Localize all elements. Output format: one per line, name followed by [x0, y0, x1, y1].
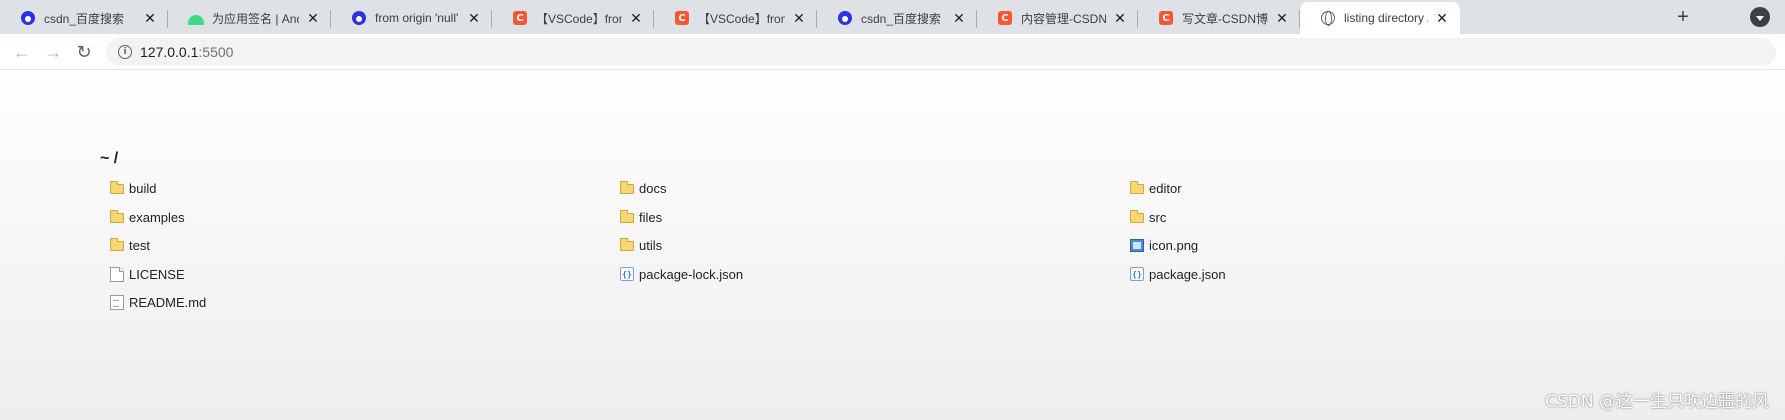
tab-7[interactable]: C 内容管理-CSDN博客 ✕ [977, 2, 1138, 34]
tab-title: 写文章-CSDN博客 [1182, 11, 1268, 26]
listing-item-name: examples [129, 209, 185, 225]
listing-item-folder[interactable]: test [110, 235, 150, 255]
folder-icon [620, 210, 634, 223]
listing-item-folder[interactable]: src [1130, 207, 1166, 227]
listing-item-name: editor [1149, 180, 1182, 196]
url-text[interactable]: 127.0.0.1:5500 [140, 44, 233, 60]
baidu-icon [837, 10, 853, 26]
close-icon[interactable]: ✕ [628, 10, 644, 26]
tab-title: 【VSCode】from origin [536, 11, 622, 26]
url-port: :5500 [198, 44, 234, 60]
folder-icon [1130, 210, 1144, 223]
baidu-icon [20, 10, 36, 26]
listing-item-name: files [639, 209, 663, 225]
close-icon[interactable]: ✕ [791, 10, 807, 26]
file-icon [110, 266, 124, 282]
tab-6[interactable]: csdn_百度搜索 ✕ [817, 2, 977, 34]
listing-item-file[interactable]: LICENSE [110, 264, 185, 284]
baidu-icon [351, 10, 367, 26]
listing-item-name: utils [639, 237, 663, 253]
close-icon[interactable]: ✕ [466, 10, 482, 26]
csdn-icon: C [674, 10, 690, 26]
tab-title: csdn_百度搜索 [861, 11, 942, 26]
forward-button[interactable]: → [41, 40, 65, 64]
page-title: ~ / [100, 150, 119, 167]
address-bar[interactable]: i 127.0.0.1:5500 [106, 38, 1776, 66]
tab-title: 为应用签名 | Android [212, 11, 299, 26]
listing-item-code[interactable]: {} package.json [1130, 264, 1226, 284]
tab-strip: csdn_百度搜索✕为应用签名 | Android✕from origin 'n… [0, 0, 1785, 34]
listing-item-name: README.md [129, 294, 207, 310]
tab-4[interactable]: C 【VSCode】from origin ✕ [492, 2, 654, 34]
android-icon [188, 10, 204, 26]
back-button[interactable]: ← [10, 40, 34, 64]
listing-item-name: icon.png [1149, 237, 1199, 253]
code-icon: {} [1130, 267, 1144, 281]
listing-item-name: LICENSE [129, 266, 185, 282]
tab-3[interactable]: from origin 'null' has ✕ [331, 2, 492, 34]
csdn-icon: C [1158, 10, 1174, 26]
listing-item-image[interactable]: icon.png [1130, 235, 1198, 255]
listing-item-code[interactable]: {} package-lock.json [620, 264, 743, 284]
listing-item-name: docs [639, 180, 667, 196]
close-icon[interactable]: ✕ [1434, 10, 1450, 26]
listing-item-name: package-lock.json [639, 266, 744, 282]
image-icon [1130, 238, 1144, 252]
tab-1[interactable]: csdn_百度搜索 ✕ [0, 2, 168, 34]
listing-item-folder[interactable]: docs [620, 178, 666, 198]
folder-icon [110, 181, 124, 194]
tab-5[interactable]: C 【VSCode】from orig ✕ [654, 2, 817, 34]
listing-item-name: build [129, 180, 157, 196]
listing-item-text[interactable]: README.md [110, 292, 206, 312]
listing-item-name: package.json [1149, 266, 1226, 282]
tab-9[interactable]: listing directory / ✕ [1300, 2, 1460, 34]
listing-item-folder[interactable]: files [620, 207, 662, 227]
page-content: ~ / build examples test LICENSE README.md doc… [0, 70, 1785, 420]
new-tab-button[interactable]: + [1672, 6, 1694, 28]
listing-item-name: src [1149, 209, 1167, 225]
browser-toolbar: ← → ↻ i 127.0.0.1:5500 [0, 34, 1785, 70]
reload-button[interactable]: ↻ [72, 40, 96, 64]
listing-item-name: test [129, 237, 150, 253]
listing-item-folder[interactable]: editor [1130, 178, 1182, 198]
csdn-icon: C [512, 10, 528, 26]
folder-icon [110, 210, 124, 223]
globe-icon [1320, 10, 1336, 26]
listing-item-folder[interactable]: build [110, 178, 156, 198]
tab-title: 内容管理-CSDN博客 [1021, 11, 1106, 26]
tab-search-button[interactable] [1750, 7, 1770, 27]
tab-title: listing directory / [1344, 11, 1428, 25]
tab-title: from origin 'null' has [375, 11, 460, 25]
close-icon[interactable]: ✕ [305, 10, 321, 26]
close-icon[interactable]: ✕ [951, 10, 967, 26]
folder-icon [620, 238, 634, 251]
folder-icon [110, 238, 124, 251]
folder-icon [620, 181, 634, 194]
tab-title: csdn_百度搜索 [44, 11, 125, 26]
close-icon[interactable]: ✕ [142, 10, 158, 26]
listing-item-folder[interactable]: examples [110, 207, 185, 227]
close-icon[interactable]: ✕ [1112, 10, 1128, 26]
tab-8[interactable]: C 写文章-CSDN博客 ✕ [1138, 2, 1300, 34]
tab-2[interactable]: 为应用签名 | Android ✕ [168, 2, 331, 34]
watermark: CSDN @这一生只吹边疆的风 [1545, 392, 1769, 412]
folder-icon [1130, 181, 1144, 194]
info-icon[interactable]: i [118, 45, 132, 59]
csdn-icon: C [997, 10, 1013, 26]
tab-title: 【VSCode】from orig [698, 11, 785, 26]
text-icon [110, 294, 124, 310]
url-host: 127.0.0.1 [140, 44, 199, 60]
code-icon: {} [620, 267, 634, 281]
listing-item-folder[interactable]: utils [620, 235, 662, 255]
close-icon[interactable]: ✕ [1274, 10, 1290, 26]
